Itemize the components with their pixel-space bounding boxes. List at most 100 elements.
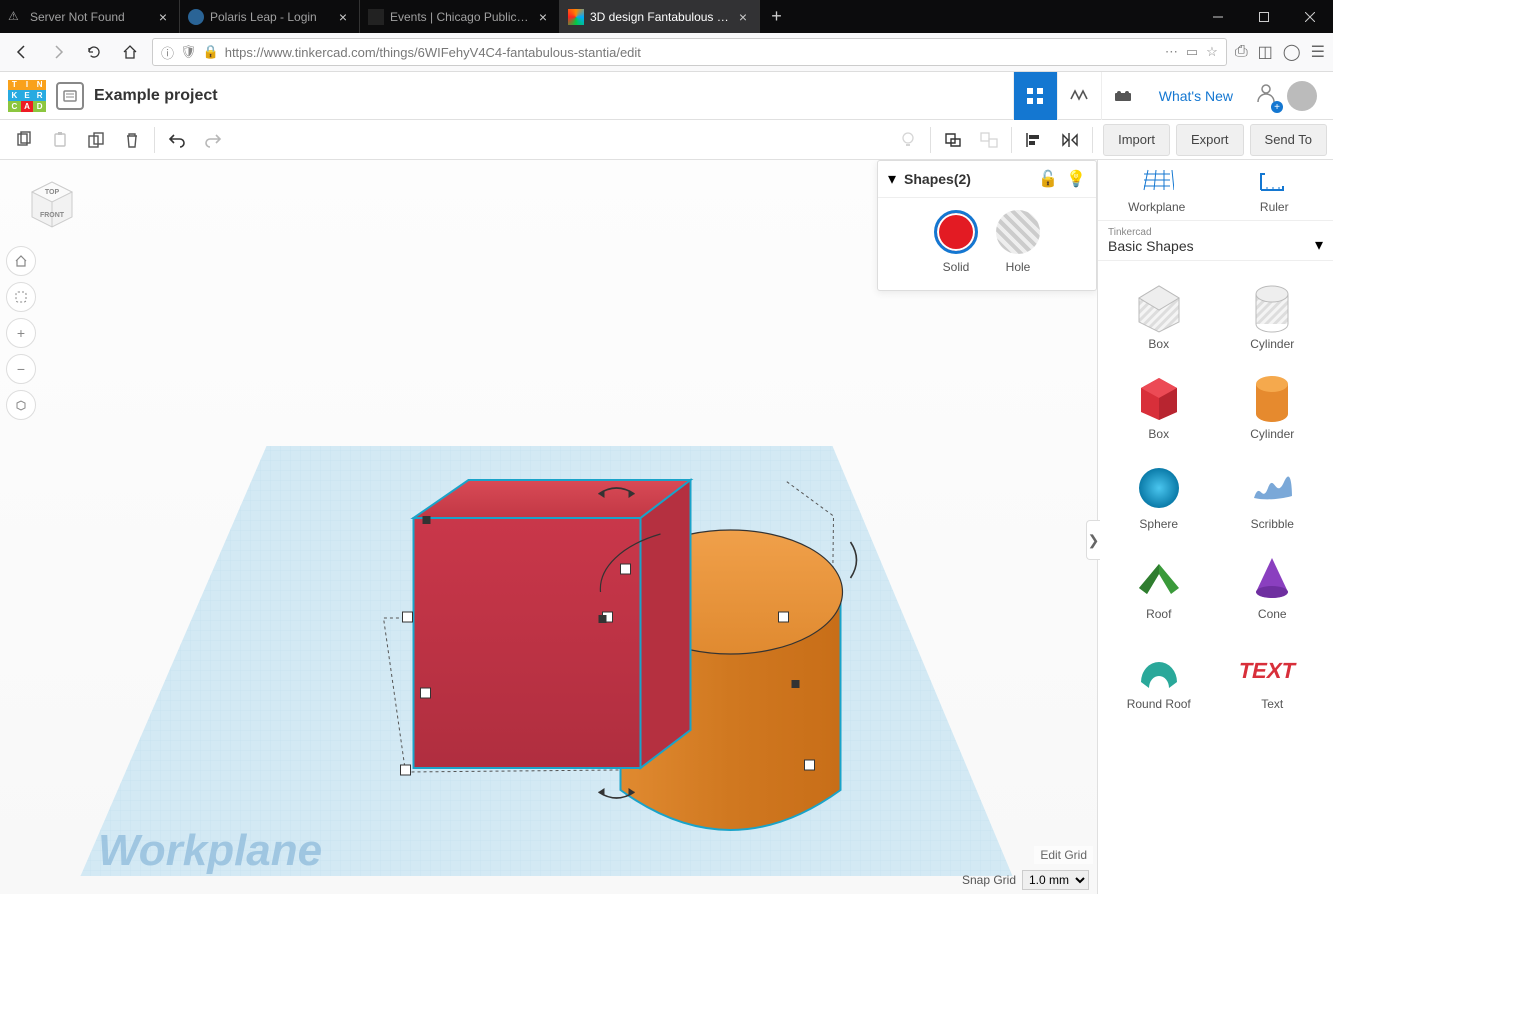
import-button[interactable]: Import bbox=[1103, 124, 1170, 156]
zoom-in-button[interactable]: + bbox=[6, 318, 36, 348]
sidebar-icon[interactable]: ◫ bbox=[1258, 42, 1273, 62]
zoom-out-button[interactable]: − bbox=[6, 354, 36, 384]
snap-grid-select[interactable]: 1.0 mm bbox=[1022, 870, 1089, 890]
account-icon[interactable]: ◯ bbox=[1283, 42, 1301, 62]
snap-grid-label: Snap Grid bbox=[962, 873, 1016, 887]
shape-roof[interactable]: Roof bbox=[1102, 539, 1216, 629]
app-header: TIN KER CAD Example project What's New + bbox=[0, 72, 1333, 120]
browser-tab[interactable]: ⚠ Server Not Found × bbox=[0, 0, 180, 33]
hint-button[interactable] bbox=[890, 122, 926, 158]
grid-view-button[interactable] bbox=[1013, 72, 1057, 120]
solid-label: Solid bbox=[943, 260, 970, 274]
browser-tab-active[interactable]: 3D design Fantabulous Stantia × bbox=[560, 0, 760, 33]
maximize-button[interactable] bbox=[1241, 0, 1287, 33]
shape-cone[interactable]: Cone bbox=[1216, 539, 1330, 629]
close-icon[interactable]: × bbox=[535, 9, 551, 25]
paste-button[interactable] bbox=[42, 122, 78, 158]
bricks-button[interactable] bbox=[1101, 72, 1145, 120]
undo-button[interactable] bbox=[159, 122, 195, 158]
group-button[interactable] bbox=[935, 122, 971, 158]
ortho-button[interactable] bbox=[6, 390, 36, 420]
shape-library-dropdown[interactable]: Tinkercad Basic Shapes ▾ bbox=[1098, 221, 1333, 261]
warning-icon: ⚠ bbox=[8, 9, 24, 25]
fit-view-button[interactable] bbox=[6, 282, 36, 312]
hole-label: Hole bbox=[1006, 260, 1031, 274]
info-icon[interactable]: ⓘ bbox=[161, 43, 174, 62]
tab-title: 3D design Fantabulous Stantia bbox=[590, 10, 731, 24]
project-icon[interactable] bbox=[56, 82, 84, 110]
shape-sphere[interactable]: Sphere bbox=[1102, 449, 1216, 539]
edit-grid-button[interactable]: Edit Grid bbox=[1034, 846, 1093, 864]
export-button[interactable]: Export bbox=[1176, 124, 1244, 156]
lock-icon[interactable]: 🔓 bbox=[1038, 169, 1058, 189]
collapse-icon[interactable]: ▾ bbox=[888, 169, 896, 189]
new-tab-button[interactable]: + bbox=[760, 0, 793, 33]
dropdown-value: Basic Shapes bbox=[1108, 238, 1323, 254]
home-button[interactable] bbox=[116, 38, 144, 66]
view-controls: + − bbox=[6, 246, 36, 420]
mirror-button[interactable] bbox=[1052, 122, 1088, 158]
add-user-icon[interactable]: + bbox=[1255, 80, 1281, 111]
project-name[interactable]: Example project bbox=[94, 87, 218, 105]
workplane-watermark: Workplane bbox=[98, 826, 322, 876]
solid-swatch[interactable]: Solid bbox=[934, 210, 978, 274]
user-avatar[interactable] bbox=[1287, 81, 1317, 111]
shape-scribble[interactable]: Scribble bbox=[1216, 449, 1330, 539]
lock-icon: 🔒 bbox=[203, 44, 219, 60]
ungroup-button[interactable] bbox=[971, 122, 1007, 158]
browser-tab[interactable]: Polaris Leap - Login × bbox=[180, 0, 360, 33]
shape-box-striped[interactable]: Box bbox=[1102, 269, 1216, 359]
shapes-panel: ❯ Workplane Ruler Tinkercad Basic Shapes… bbox=[1097, 160, 1333, 894]
delete-button[interactable] bbox=[114, 122, 150, 158]
browser-tab-strip: ⚠ Server Not Found × Polaris Leap - Logi… bbox=[0, 0, 1333, 33]
shape-cylinder-orange[interactable]: Cylinder bbox=[1216, 359, 1330, 449]
url-input[interactable]: ⓘ 🛡 🔒 https://www.tinkercad.com/things/6… bbox=[152, 38, 1227, 66]
more-icon[interactable]: ⋯ bbox=[1165, 44, 1178, 60]
browser-address-bar: ⓘ 🛡 🔒 https://www.tinkercad.com/things/6… bbox=[0, 33, 1333, 72]
tab-title: Server Not Found bbox=[30, 10, 151, 24]
snap-grid-control: Snap Grid 1.0 mm bbox=[962, 870, 1089, 890]
shapes-grid: Box Cylinder Box Cylinder bbox=[1098, 261, 1333, 894]
chevron-down-icon: ▾ bbox=[1315, 235, 1323, 255]
reload-button[interactable] bbox=[80, 38, 108, 66]
url-text: https://www.tinkercad.com/things/6WIFehy… bbox=[225, 45, 641, 60]
browser-tab[interactable]: Events | Chicago Public Library × bbox=[360, 0, 560, 33]
whats-new-link[interactable]: What's New bbox=[1145, 72, 1247, 120]
panel-collapse-handle[interactable]: ❯ bbox=[1086, 520, 1100, 560]
ruler-tool[interactable]: Ruler bbox=[1216, 160, 1334, 220]
close-button[interactable] bbox=[1287, 0, 1333, 33]
shape-text[interactable]: TEXT Text bbox=[1216, 629, 1330, 719]
reader-icon[interactable]: ▭ bbox=[1186, 44, 1198, 60]
shield-icon[interactable]: 🛡 bbox=[180, 44, 197, 60]
view-cube[interactable]: TOP FRONT bbox=[22, 172, 82, 232]
close-icon[interactable]: × bbox=[735, 9, 751, 25]
lightbulb-icon[interactable]: 💡 bbox=[1066, 169, 1086, 189]
back-button[interactable] bbox=[8, 38, 36, 66]
workplane-tool[interactable]: Workplane bbox=[1098, 160, 1216, 220]
shape-cylinder-striped[interactable]: Cylinder bbox=[1216, 269, 1330, 359]
copy-button[interactable] bbox=[6, 122, 42, 158]
redo-button[interactable] bbox=[195, 122, 231, 158]
library-icon[interactable]: ⎙ bbox=[1235, 43, 1248, 61]
canvas[interactable]: TOP FRONT + − Workplane Edit Grid Snap G… bbox=[0, 160, 1097, 894]
close-icon[interactable]: × bbox=[155, 9, 171, 25]
forward-button[interactable] bbox=[44, 38, 72, 66]
menu-icon[interactable]: ☰ bbox=[1311, 42, 1325, 62]
blocks-button[interactable] bbox=[1057, 72, 1101, 120]
toolbar: Import Export Send To bbox=[0, 120, 1333, 160]
duplicate-button[interactable] bbox=[78, 122, 114, 158]
home-view-button[interactable] bbox=[6, 246, 36, 276]
ruler-label: Ruler bbox=[1260, 200, 1289, 214]
shape-box-red[interactable]: Box bbox=[1102, 359, 1216, 449]
tinkercad-logo[interactable]: TIN KER CAD bbox=[8, 80, 46, 112]
hole-swatch[interactable]: Hole bbox=[996, 210, 1040, 274]
shape-round-roof[interactable]: Round Roof bbox=[1102, 629, 1216, 719]
main-area: TOP FRONT + − Workplane Edit Grid Snap G… bbox=[0, 160, 1333, 894]
close-icon[interactable]: × bbox=[335, 9, 351, 25]
send-to-button[interactable]: Send To bbox=[1250, 124, 1327, 156]
svg-text:TEXT: TEXT bbox=[1240, 658, 1298, 683]
minimize-button[interactable] bbox=[1195, 0, 1241, 33]
align-button[interactable] bbox=[1016, 122, 1052, 158]
tab-title: Polaris Leap - Login bbox=[210, 10, 331, 24]
bookmark-icon[interactable]: ☆ bbox=[1206, 44, 1218, 60]
